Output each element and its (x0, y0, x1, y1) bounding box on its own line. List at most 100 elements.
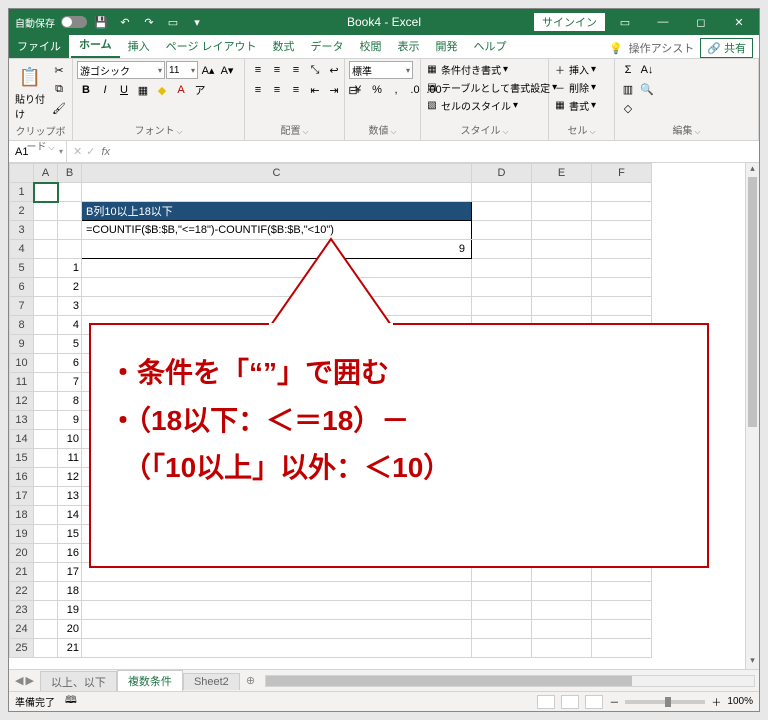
cell[interactable] (34, 506, 58, 525)
cell[interactable]: 6 (58, 354, 82, 373)
cell[interactable] (592, 620, 652, 639)
zoom-slider[interactable] (625, 700, 705, 704)
ribbon-options-icon[interactable]: ▭ (607, 9, 643, 35)
cell[interactable]: 12 (58, 468, 82, 487)
row-header[interactable]: 21 (10, 563, 34, 582)
cell[interactable] (34, 544, 58, 563)
cell[interactable] (532, 620, 592, 639)
cell[interactable]: 7 (58, 373, 82, 392)
cell[interactable] (34, 620, 58, 639)
shrink-font-icon[interactable]: A▾ (218, 61, 236, 79)
conditional-format-button[interactable]: ▦条件付き書式 ▾ (425, 61, 557, 78)
cell[interactable] (34, 278, 58, 297)
cell[interactable] (34, 354, 58, 373)
find-icon[interactable]: 🔍 (638, 80, 656, 98)
row-header[interactable]: 25 (10, 639, 34, 658)
cell[interactable] (472, 620, 532, 639)
currency-icon[interactable]: ¥ (349, 81, 367, 99)
sheet-tab[interactable]: Sheet2 (183, 673, 240, 690)
wrap-text-icon[interactable]: ↩ (325, 61, 343, 79)
format-as-table-button[interactable]: ▤テーブルとして書式設定 ▾ (425, 79, 557, 96)
scroll-up-icon[interactable]: ▴ (746, 163, 759, 177)
format-painter-icon[interactable]: 🖌 (50, 99, 68, 117)
cell[interactable] (58, 240, 82, 259)
cell[interactable]: 14 (58, 506, 82, 525)
row-header[interactable]: 17 (10, 487, 34, 506)
row-header[interactable]: 14 (10, 430, 34, 449)
undo-icon[interactable]: ↶ (115, 12, 135, 32)
cell[interactable]: B列10以上18以下 (82, 202, 472, 221)
cell[interactable] (34, 563, 58, 582)
tab-file[interactable]: ファイル (9, 34, 69, 58)
cell[interactable] (34, 392, 58, 411)
row-header[interactable]: 18 (10, 506, 34, 525)
font-name-combo[interactable]: 游ゴシック (77, 61, 165, 79)
cell[interactable]: 10 (58, 430, 82, 449)
scroll-down-icon[interactable]: ▾ (746, 655, 759, 669)
cell[interactable] (34, 487, 58, 506)
qat-more-icon[interactable]: ▾ (187, 12, 207, 32)
cell[interactable] (34, 582, 58, 601)
row-header[interactable]: 2 (10, 202, 34, 221)
tab-review[interactable]: 校閲 (352, 34, 390, 58)
row-header[interactable]: 11 (10, 373, 34, 392)
cell[interactable] (58, 183, 82, 202)
cell[interactable]: 11 (58, 449, 82, 468)
number-format-combo[interactable]: 標準 (349, 61, 413, 79)
cell[interactable] (532, 601, 592, 620)
cell[interactable] (34, 430, 58, 449)
delete-cells-button[interactable]: －削除 ▾ (553, 79, 596, 96)
view-page-layout-icon[interactable] (561, 695, 579, 709)
sheet-tab[interactable]: 以上、以下 (40, 671, 117, 692)
cell[interactable] (34, 240, 58, 259)
cell[interactable] (592, 297, 652, 316)
cell[interactable] (472, 202, 532, 221)
autosum-icon[interactable]: Σ (619, 61, 637, 79)
cell[interactable] (34, 601, 58, 620)
cell[interactable]: 13 (58, 487, 82, 506)
indent-inc-icon[interactable]: ⇥ (325, 81, 343, 99)
row-header[interactable]: 3 (10, 221, 34, 240)
cell[interactable] (82, 639, 472, 658)
cell[interactable] (34, 202, 58, 221)
font-size-combo[interactable]: 11 (166, 61, 198, 79)
cell[interactable]: 16 (58, 544, 82, 563)
align-right-icon[interactable]: ≡ (287, 81, 305, 99)
cell[interactable]: 8 (58, 392, 82, 411)
cell[interactable] (532, 297, 592, 316)
cell[interactable] (34, 639, 58, 658)
copy-icon[interactable]: ⧉ (50, 80, 68, 98)
minimize-icon[interactable]: — (645, 9, 681, 35)
percent-icon[interactable]: % (368, 81, 386, 99)
align-center-icon[interactable]: ≡ (268, 81, 286, 99)
cell[interactable] (592, 601, 652, 620)
share-button[interactable]: 🔗 共有 (700, 38, 753, 58)
cell[interactable] (34, 525, 58, 544)
vertical-scrollbar[interactable]: ▴ ▾ (745, 163, 759, 669)
cell[interactable] (34, 373, 58, 392)
cell[interactable] (34, 335, 58, 354)
cell[interactable]: 20 (58, 620, 82, 639)
cell[interactable] (34, 259, 58, 278)
cell[interactable] (34, 316, 58, 335)
cell[interactable]: 18 (58, 582, 82, 601)
view-page-break-icon[interactable] (585, 695, 603, 709)
row-header[interactable]: 7 (10, 297, 34, 316)
row-header[interactable]: 1 (10, 183, 34, 202)
cell[interactable] (472, 582, 532, 601)
row-header[interactable]: 10 (10, 354, 34, 373)
indent-dec-icon[interactable]: ⇤ (306, 81, 324, 99)
tab-home[interactable]: ホーム (71, 32, 120, 58)
cell[interactable] (532, 202, 592, 221)
cell[interactable]: 3 (58, 297, 82, 316)
row-header[interactable]: 16 (10, 468, 34, 487)
comma-icon[interactable]: , (387, 81, 405, 99)
row-header[interactable]: 5 (10, 259, 34, 278)
font-color-button[interactable]: A (172, 81, 190, 99)
scroll-thumb[interactable] (748, 177, 757, 427)
phonetic-button[interactable]: ア (191, 81, 209, 99)
cell[interactable] (34, 297, 58, 316)
close-icon[interactable]: ✕ (721, 9, 757, 35)
zoom-out-icon[interactable]: － (609, 694, 619, 709)
zoom-label[interactable]: 100% (727, 696, 753, 707)
